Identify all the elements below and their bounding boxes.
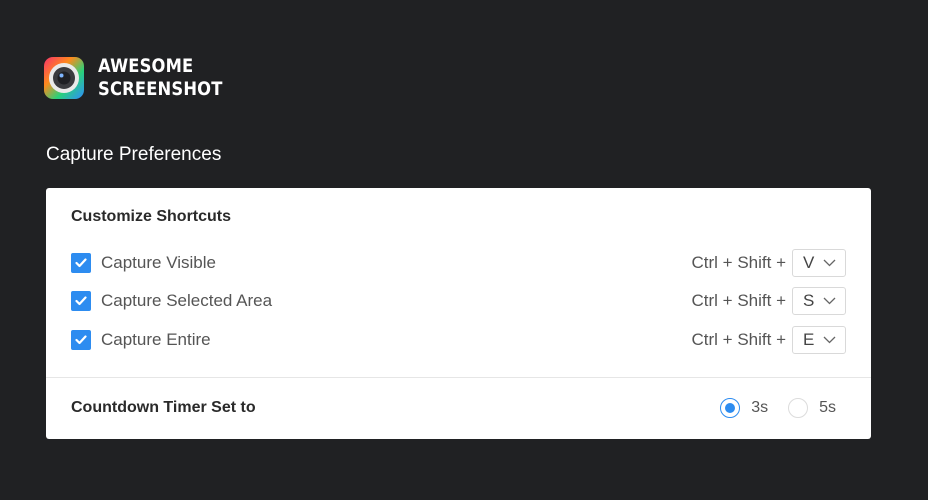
logo-line-2: SCREENSHOT	[98, 78, 223, 100]
logo-text: AWESOME SCREENSHOT	[98, 55, 223, 101]
capture-entire-label: Capture Entire	[101, 330, 211, 349]
checkmark-icon	[75, 258, 87, 268]
capture-selected-area-label: Capture Selected Area	[101, 291, 273, 310]
chevron-down-icon	[823, 259, 836, 267]
countdown-label: Countdown Timer Set to	[71, 399, 256, 416]
shortcuts-header: Customize Shortcuts	[71, 208, 232, 225]
divider	[46, 377, 871, 378]
shortcut-prefix: Ctrl + Shift +	[691, 253, 786, 272]
capture-entire-checkbox[interactable]	[71, 330, 91, 350]
capture-visible-key-select[interactable]: V	[792, 249, 846, 277]
checkmark-icon	[75, 296, 87, 306]
app-logo: AWESOME SCREENSHOT	[44, 55, 243, 101]
camera-lens-icon	[44, 57, 84, 99]
checkmark-icon	[75, 335, 87, 345]
key-value: S	[803, 291, 815, 310]
shortcut-row-selected-area: Capture Selected Area Ctrl + Shift + S	[71, 286, 846, 316]
radio-3s-label: 3s	[751, 399, 769, 416]
shortcut-prefix: Ctrl + Shift +	[691, 330, 786, 349]
capture-visible-label: Capture Visible	[101, 253, 216, 272]
countdown-radio-group: 3s 5s	[720, 398, 836, 418]
countdown-option-3s[interactable]: 3s	[720, 398, 768, 418]
key-value: E	[803, 330, 815, 349]
shortcut-row-visible: Capture Visible Ctrl + Shift + V	[71, 248, 846, 278]
capture-selected-area-checkbox[interactable]	[71, 291, 91, 311]
chevron-down-icon	[823, 336, 836, 344]
capture-entire-key-select[interactable]: E	[792, 326, 846, 354]
radio-3s[interactable]	[720, 398, 741, 418]
logo-line-1: AWESOME	[98, 55, 194, 77]
countdown-option-5s[interactable]: 5s	[788, 398, 836, 418]
capture-visible-checkbox[interactable]	[71, 253, 91, 273]
preferences-card: Customize Shortcuts Capture Visible Ctrl…	[46, 188, 871, 439]
capture-selected-area-key-select[interactable]: S	[792, 287, 846, 315]
shortcut-row-entire: Capture Entire Ctrl + Shift + E	[71, 325, 846, 355]
key-value: V	[803, 253, 815, 272]
shortcut-prefix: Ctrl + Shift +	[691, 291, 786, 310]
chevron-down-icon	[823, 297, 836, 305]
radio-5s[interactable]	[788, 398, 809, 418]
radio-dot	[725, 403, 736, 413]
radio-5s-label: 5s	[819, 399, 836, 416]
section-title: Capture Preferences	[46, 144, 222, 165]
